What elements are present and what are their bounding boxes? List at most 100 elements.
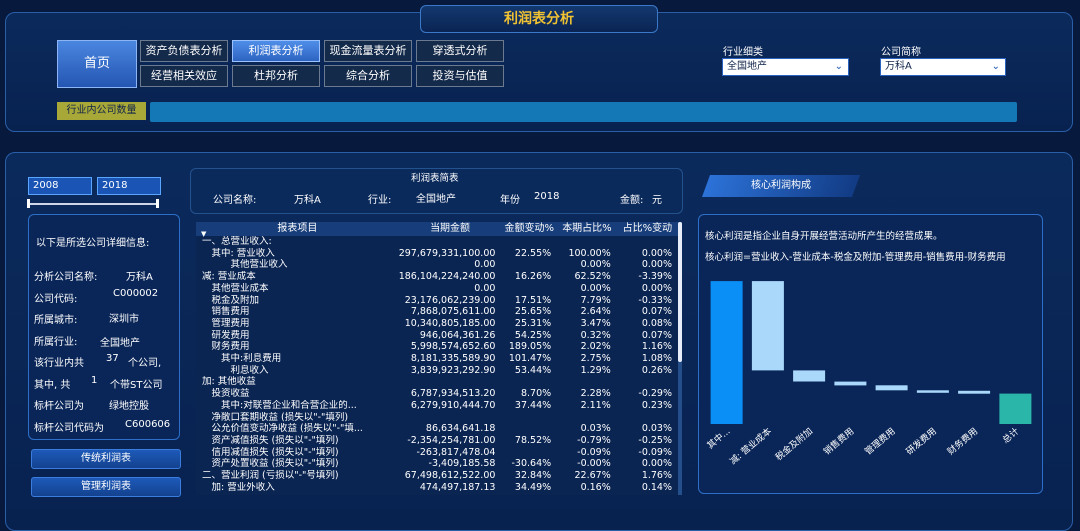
waterfall-bar[interactable]: [834, 381, 867, 386]
year-end-input[interactable]: 2018: [97, 177, 161, 195]
info-st-value: 1: [91, 375, 98, 386]
x-tick-label: 总计: [1000, 425, 1022, 446]
core-profit-tab[interactable]: 核心利润构成: [701, 175, 861, 197]
nav-operating-effect[interactable]: 经营相关效应: [140, 65, 228, 87]
industry-select[interactable]: 全国地产 ⌄: [722, 58, 849, 76]
table-cell-share: 0.00%: [580, 259, 611, 271]
industry-filter-label: 行业细类: [723, 47, 763, 58]
nav-income-statement[interactable]: 利润表分析: [232, 40, 320, 62]
table-row[interactable]: 信用减值损失 (损失以"-"填列) -263,817,478.04 -0.09% -0…: [196, 447, 678, 459]
table-row[interactable]: 其中: 营业收入 297,679,331,100.00 22.55% 100.00% 0…: [196, 248, 678, 260]
table-cell-share: 0.16%: [580, 481, 611, 493]
table-cell-item: 信用减值损失 (损失以"-"填列): [202, 446, 339, 458]
nav-dupont[interactable]: 杜邦分析: [232, 65, 320, 87]
table-cell-share-change: 0.00%: [641, 259, 672, 271]
table-cell-share-change: 0.00%: [641, 247, 672, 259]
nav-balance-sheet[interactable]: 资产负债表分析: [140, 40, 228, 62]
info-st-pre: 其中, 共: [34, 380, 71, 391]
info-benchmark-value: 绿地控股: [109, 401, 149, 412]
table-row[interactable]: 销售费用 7,868,075,611.00 25.65% 2.64% 0.07%: [196, 306, 678, 318]
col-header-item[interactable]: 报表项目: [196, 222, 399, 236]
table-header-row: 报表项目 当期金额 金额变动% 本期占比% 占比%变动: [196, 222, 678, 236]
table-row[interactable]: 研发费用 946,064,361.26 54.25% 0.32% 0.07%: [196, 330, 678, 342]
table-cell-amount: -263,817,478.04: [416, 446, 496, 458]
table-cell-item: 其他营业收入: [202, 259, 288, 271]
waterfall-bar[interactable]: [958, 390, 991, 394]
table-row[interactable]: 二、营业利润 (亏损以"-"号填列) 67,498,612,522.00 32.84…: [196, 470, 678, 482]
table-row[interactable]: 加: 营业外收入 474,497,187.13 34.49% 0.16% 0.14%: [196, 482, 678, 494]
waterfall-bar[interactable]: [751, 281, 784, 371]
x-tick-label: 研发费用: [904, 425, 939, 457]
table-cell-amount: 474,497,187.13: [419, 481, 496, 493]
nav-valuation[interactable]: 投资与估值: [416, 65, 504, 87]
table-row[interactable]: 其他营业收入 0.00 0.00% 0.00%: [196, 259, 678, 271]
year-start-input[interactable]: 2008: [28, 177, 92, 195]
table-cell-item: 公允价值变动净收益 (损失以"-"填...: [202, 423, 363, 435]
traditional-income-statement-button[interactable]: 传统利润表: [31, 449, 181, 469]
waterfall-bar[interactable]: [710, 281, 743, 424]
table-cell-item: 财务费用: [202, 341, 250, 353]
scrollbar-thumb[interactable]: [678, 222, 682, 362]
nav-comprehensive[interactable]: 综合分析: [324, 65, 412, 87]
year-range-slider[interactable]: [28, 203, 158, 205]
table-cell-amount: 297,679,331,100.00: [398, 247, 496, 259]
table-row[interactable]: 利息收入 3,839,923,292.90 53.44% 1.29% 0.26%: [196, 365, 678, 377]
table-row[interactable]: 资产处置收益 (损失以"-"填列) -3,409,185.58 -30.64% -0.…: [196, 458, 678, 470]
company-count-bar: [150, 102, 1017, 122]
col-header-share-change[interactable]: 占比%变动: [616, 222, 678, 236]
table-row[interactable]: 其他营业成本 0.00 0.00% 0.00%: [196, 283, 678, 295]
management-income-statement-button[interactable]: 管理利润表: [31, 477, 181, 497]
table-cell-change: [501, 412, 557, 424]
waterfall-bar[interactable]: [916, 390, 949, 393]
table-row[interactable]: 公允价值变动净收益 (损失以"-"填... 86,634,641.18 0.03% 0…: [196, 423, 678, 435]
table-cell-share-change: -0.09%: [638, 446, 672, 458]
col-header-change[interactable]: 金额变动%: [501, 222, 558, 236]
nav-cash-flow[interactable]: 现金流量表分析: [324, 40, 412, 62]
table-cell-share: 2.28%: [580, 388, 611, 400]
table-cell-change: [501, 283, 557, 295]
core-profit-waterfall-chart: 其中...减: 营业成本 税金及附加 销售费用 管理费用 研发费用 财务费用 总计: [706, 281, 1032, 467]
col-header-amount[interactable]: 当期金额: [398, 222, 502, 236]
table-row[interactable]: 投资收益 6,787,934,513.20 8.70% 2.28% -0.29%: [196, 388, 678, 400]
table-row[interactable]: 加: 其他收益: [196, 376, 678, 388]
table-cell-amount: 946,064,361.26: [419, 329, 496, 341]
nav-penetration[interactable]: 穿透式分析: [416, 40, 504, 62]
table-cell-change: 101.47%: [508, 353, 552, 365]
table-cell-change: 22.55%: [514, 247, 552, 259]
table-cell-share-change: 1.08%: [641, 353, 672, 365]
table-row[interactable]: 一、总营业收入:: [196, 236, 678, 248]
company-select[interactable]: 万科A ⌄: [880, 58, 1006, 76]
report-industry-value: 全国地产: [416, 194, 456, 205]
info-company-value: 万科A: [126, 272, 153, 283]
year-slider-handle-end[interactable]: [156, 199, 159, 208]
waterfall-bar[interactable]: [793, 370, 826, 382]
x-tick-label: 其中...: [706, 425, 733, 451]
table-cell-item: 研发费用: [202, 329, 250, 341]
table-cell-item: 减: 营业成本: [202, 271, 256, 283]
x-tick-label: 财务费用: [945, 425, 980, 457]
waterfall-bar[interactable]: [875, 385, 908, 391]
table-row[interactable]: 减: 营业成本 186,104,224,240.00 16.26% 62.52% -3.…: [196, 271, 678, 283]
table-cell-share: 100.00%: [568, 247, 611, 259]
table-row[interactable]: 其中:利息费用 8,181,335,589.90 101.47% 2.75% 1.08%: [196, 353, 678, 365]
col-header-share[interactable]: 本期占比%: [557, 222, 617, 236]
year-slider-handle-start[interactable]: [27, 199, 30, 208]
home-button[interactable]: 首页: [57, 40, 137, 88]
table-row[interactable]: 资产减值损失 (损失以"-"填列) -2,354,254,781.00 78.52%…: [196, 435, 678, 447]
table-cell-amount: 7,868,075,611.00: [410, 306, 496, 318]
table-cell-share-change: 0.14%: [641, 481, 672, 493]
table-row[interactable]: 管理费用 10,340,805,185.00 25.31% 3.47% 0.08%: [196, 318, 678, 330]
table-cell-change: [501, 423, 557, 435]
table-scrollbar[interactable]: [678, 222, 682, 495]
waterfall-bar[interactable]: [999, 393, 1032, 424]
table-row[interactable]: 净敞口套期收益 (损失以"-"填列): [196, 412, 678, 424]
collapse-caret-icon[interactable]: ▼: [201, 230, 206, 238]
table-cell-share: 7.79%: [580, 294, 611, 306]
table-row[interactable]: 其中:对联营企业和合营企业的... 6,279,910,444.70 37.44% 2…: [196, 400, 678, 412]
table-cell-share: [557, 376, 617, 388]
table-row[interactable]: 税金及附加 23,176,062,239.00 17.51% 7.79% -0.33%: [196, 295, 678, 307]
table-cell-amount: 186,104,224,240.00: [398, 271, 496, 283]
table-row[interactable]: 财务费用 5,998,574,652.60 189.05% 2.02% 1.16%: [196, 341, 678, 353]
table-cell-share: 0.32%: [580, 329, 611, 341]
table-cell-item: 利息收入: [202, 364, 269, 376]
